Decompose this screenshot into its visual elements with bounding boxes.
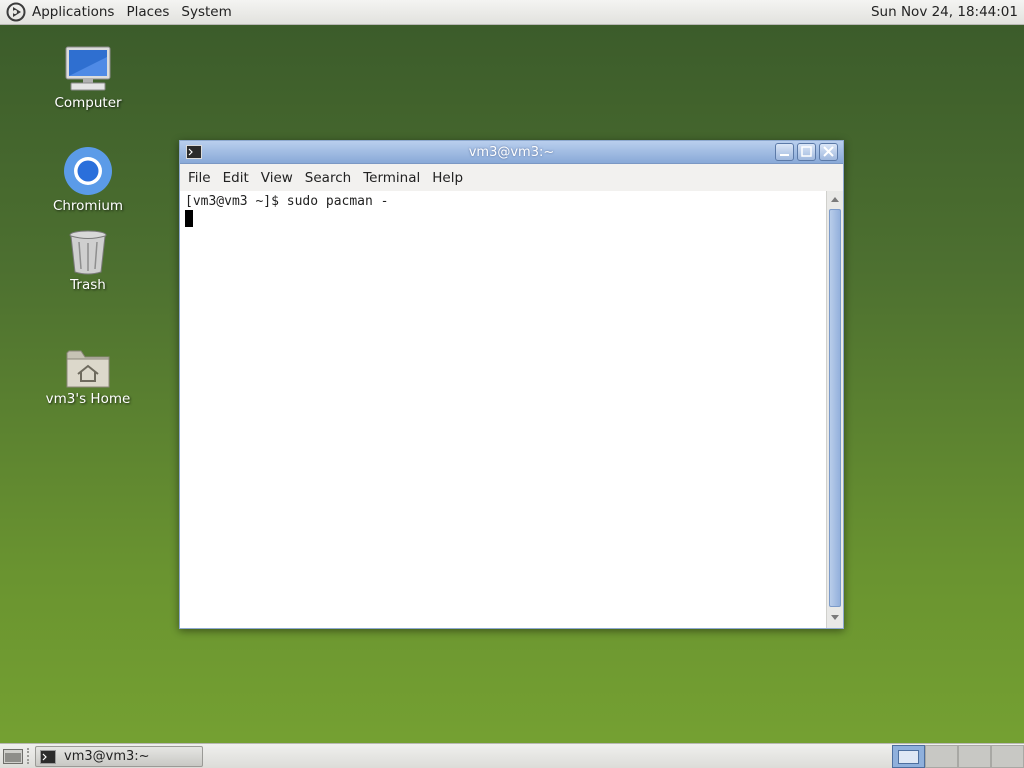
desktop-icon-label: vm3's Home	[45, 391, 131, 407]
terminal-prompt-line: [vm3@vm3 ~]$ sudo pacman -	[185, 194, 389, 209]
distro-logo-icon	[6, 2, 26, 22]
menu-edit[interactable]: Edit	[217, 170, 255, 186]
workspace-3[interactable]	[958, 745, 991, 768]
vertical-scrollbar[interactable]	[826, 191, 843, 628]
desktop-icon-label: Trash	[70, 277, 106, 293]
desktop-icon-trash[interactable]: Trash	[33, 229, 143, 293]
text-cursor	[185, 210, 193, 227]
minimize-button[interactable]	[775, 143, 794, 161]
menu-terminal[interactable]: Terminal	[357, 170, 426, 186]
workspace-4[interactable]	[991, 745, 1024, 768]
menu-help[interactable]: Help	[426, 170, 469, 186]
desktop-icon-label: Chromium	[52, 198, 124, 214]
maximize-icon	[801, 146, 812, 157]
applications-label: Applications	[32, 4, 115, 20]
desktop-icon-chromium[interactable]: Chromium	[33, 146, 143, 214]
system-menu[interactable]: System	[175, 0, 237, 25]
workspace-1[interactable]	[892, 745, 925, 768]
home-folder-icon	[66, 350, 110, 388]
workspace-window-thumbnail	[898, 750, 919, 764]
taskbar-button-terminal[interactable]: vm3@vm3:~	[35, 746, 203, 767]
title-bar[interactable]: vm3@vm3:~	[180, 141, 843, 164]
menu-view[interactable]: View	[255, 170, 299, 186]
taskbar-button-label: vm3@vm3:~	[64, 749, 150, 764]
clock[interactable]: Sun Nov 24, 18:44:01	[871, 0, 1018, 25]
places-label: Places	[126, 4, 170, 20]
menu-file[interactable]: File	[182, 170, 217, 186]
scroll-up-icon[interactable]	[831, 197, 839, 202]
minimize-icon	[780, 154, 789, 156]
close-icon	[823, 146, 834, 157]
system-label: System	[181, 4, 232, 20]
computer-icon	[65, 46, 111, 91]
desktop-icon-computer[interactable]: Computer	[33, 45, 143, 111]
scroll-down-icon[interactable]	[831, 615, 839, 620]
terminal-window[interactable]: vm3@vm3:~ File Edit View Search Terminal…	[179, 140, 844, 629]
trash-icon	[69, 230, 107, 275]
bottom-panel: vm3@vm3:~	[0, 743, 1024, 768]
menu-search[interactable]: Search	[299, 170, 357, 186]
maximize-button[interactable]	[797, 143, 816, 161]
top-panel: Applications Places System Sun Nov 24, 1…	[0, 0, 1024, 25]
desktop-icon-home[interactable]: vm3's Home	[33, 347, 143, 407]
places-menu[interactable]: Places	[120, 0, 175, 25]
terminal-icon	[40, 749, 56, 764]
chromium-icon	[64, 147, 112, 195]
show-desktop-icon[interactable]	[3, 747, 23, 765]
desktop-icon-label: Computer	[54, 95, 122, 111]
menu-bar: File Edit View Search Terminal Help	[180, 165, 843, 191]
panel-handle[interactable]	[27, 748, 30, 764]
terminal-area[interactable]: [vm3@vm3 ~]$ sudo pacman -	[180, 191, 826, 628]
scroll-thumb[interactable]	[829, 209, 841, 607]
close-button[interactable]	[819, 143, 838, 161]
applications-menu[interactable]: Applications	[0, 0, 120, 25]
workspace-2[interactable]	[925, 745, 958, 768]
window-title: vm3@vm3:~	[468, 145, 555, 160]
